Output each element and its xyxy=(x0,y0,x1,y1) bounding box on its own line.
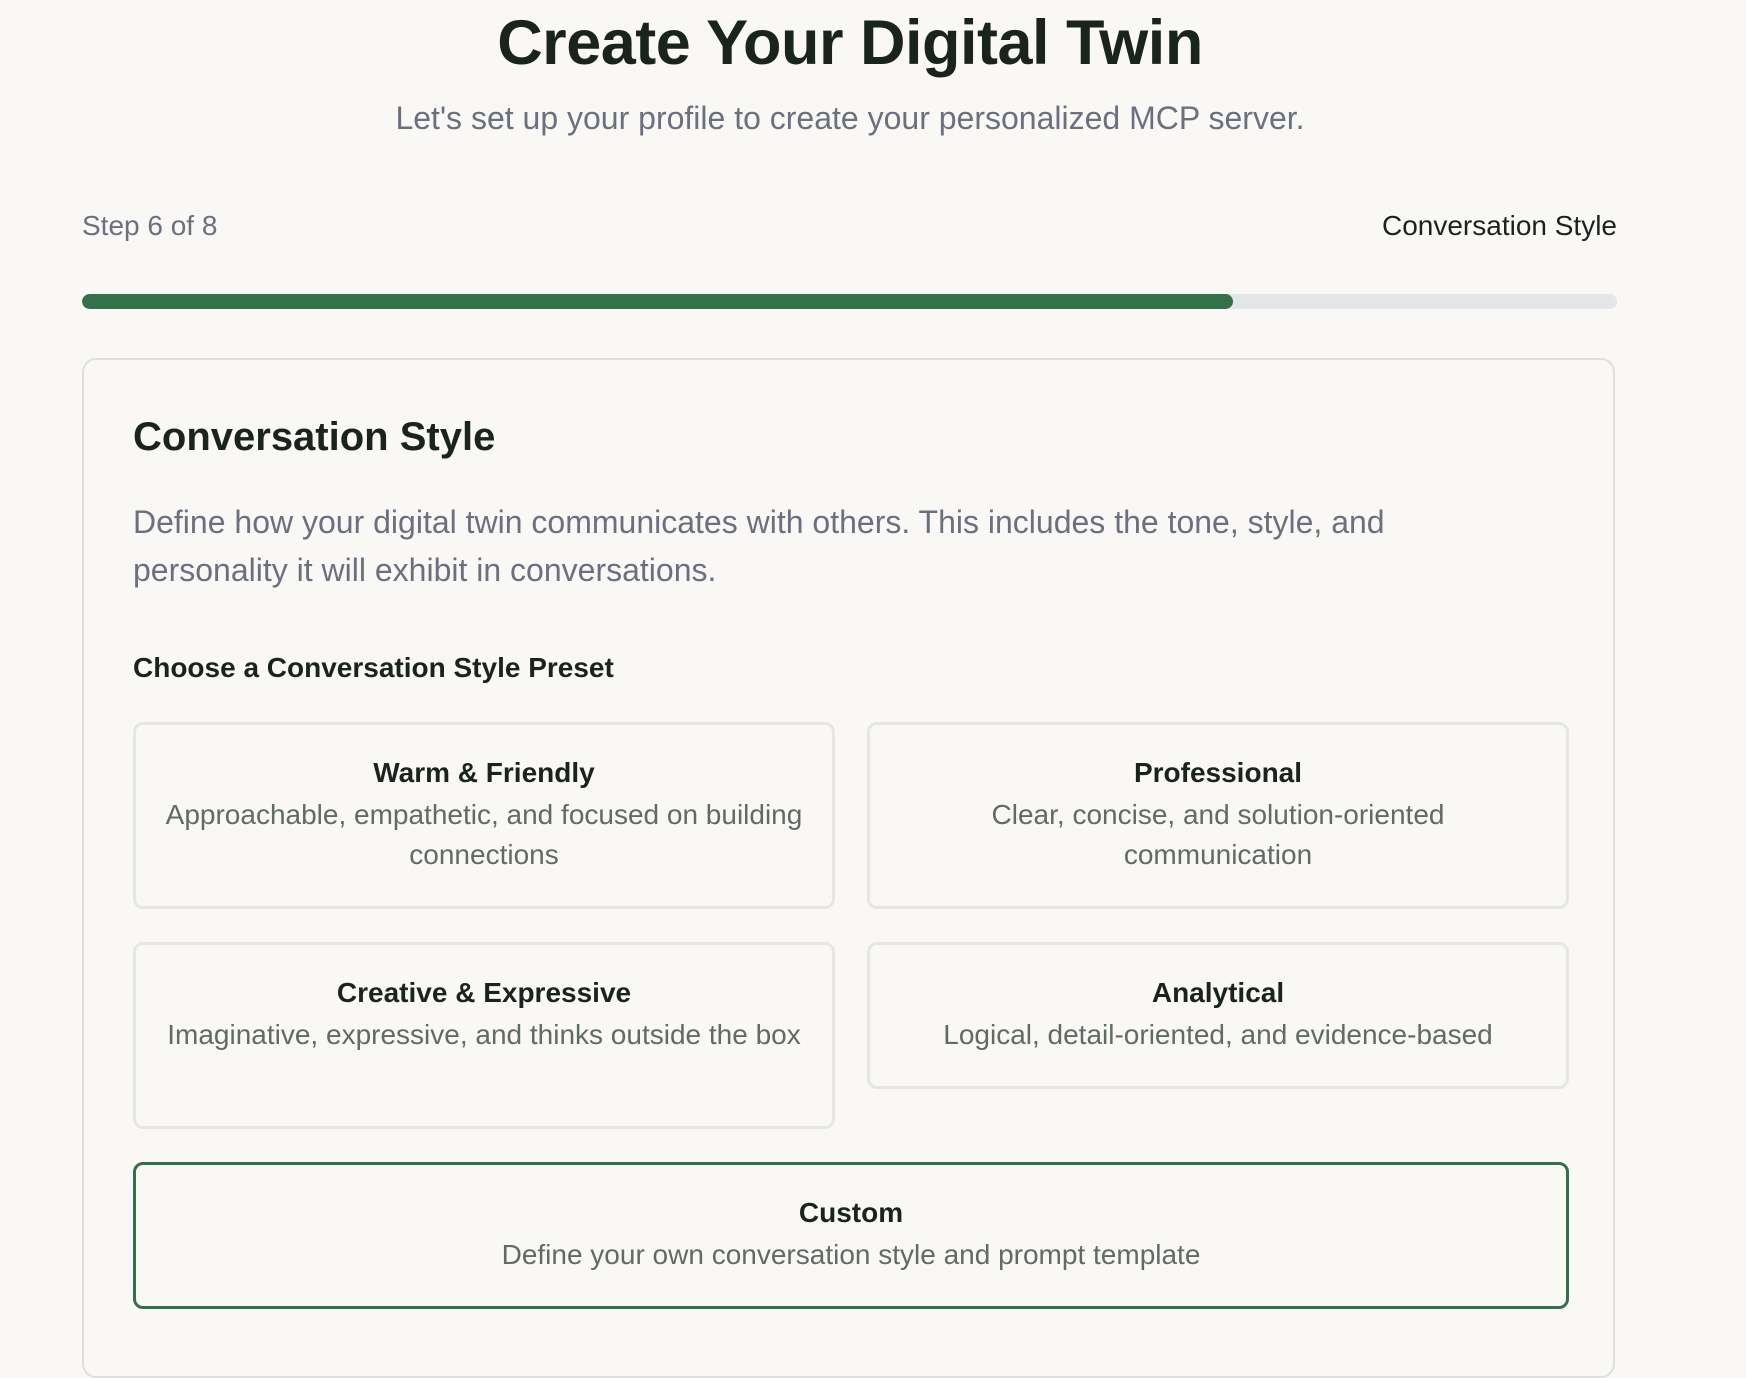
preset-description: Define your own conversation style and p… xyxy=(501,1239,1201,1270)
step-count-label: Step 6 of 8 xyxy=(82,210,218,241)
preset-name: Warm & Friendly xyxy=(373,757,595,788)
preset-option-analytical[interactable]: Analytical Logical, detail-oriented, and… xyxy=(867,942,1569,1089)
preset-description: Logical, detail-oriented, and evidence-b… xyxy=(943,1019,1493,1050)
current-step-name: Conversation Style xyxy=(1381,210,1617,241)
progress-bar xyxy=(82,294,1617,309)
progress-bar-fill xyxy=(82,294,1234,309)
conversation-style-card: Conversation Style Define how your digit… xyxy=(82,358,1615,1378)
preset-name: Analytical xyxy=(1151,977,1285,1008)
preset-name: Professional xyxy=(1133,757,1303,788)
preset-option-warm-friendly[interactable]: Warm & Friendly Approachable, empathetic… xyxy=(133,722,835,909)
preset-option-custom[interactable]: Custom Define your own conversation styl… xyxy=(133,1162,1569,1309)
preset-heading: Choose a Conversation Style Preset xyxy=(133,652,614,683)
section-title: Conversation Style xyxy=(133,415,496,459)
step-indicator: Step 6 of 8 Conversation Style xyxy=(82,206,1617,246)
preset-name: Creative & Expressive xyxy=(336,977,632,1008)
preset-option-professional[interactable]: Professional Clear, concise, and solutio… xyxy=(867,722,1569,909)
page-title: Create Your Digital Twin xyxy=(497,8,1203,78)
page-subtitle: Let's set up your profile to create your… xyxy=(395,100,1305,136)
preset-option-creative-expressive[interactable]: Creative & Expressive Imaginative, expre… xyxy=(133,942,835,1129)
section-description: Define how your digital twin communicate… xyxy=(133,504,1385,588)
preset-description: Approachable, empathetic, and focused on… xyxy=(165,799,803,870)
preset-description: Clear, concise, and solution-oriented co… xyxy=(991,799,1445,870)
preset-name: Custom xyxy=(798,1197,904,1228)
preset-description: Imaginative, expressive, and thinks outs… xyxy=(167,1019,801,1050)
